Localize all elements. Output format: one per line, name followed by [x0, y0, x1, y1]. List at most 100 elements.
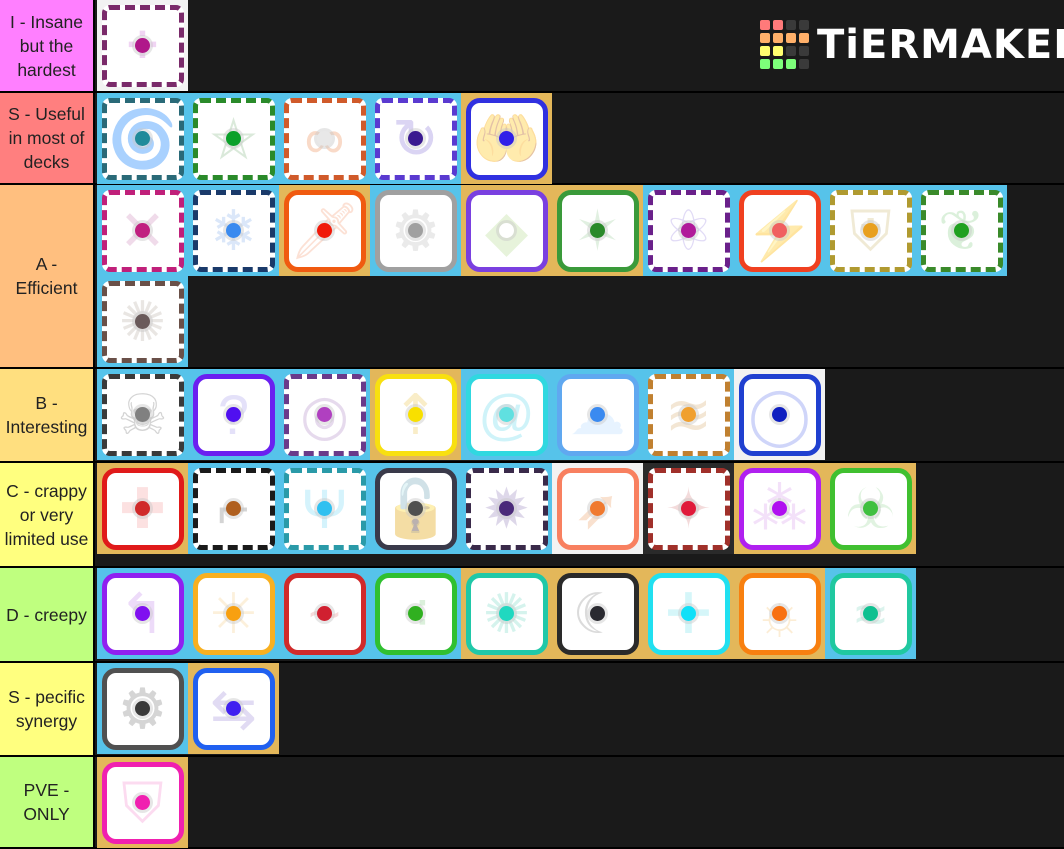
tier-item-burst-teal[interactable]: ✺ [461, 568, 552, 659]
center-dot-icon [499, 606, 514, 621]
tier-item-gears[interactable]: ⚙ [97, 663, 188, 754]
tier-item-pentagram[interactable]: ⛤ [188, 93, 279, 184]
tier-item-bubbles[interactable]: ◯ [734, 369, 825, 460]
logo-grid-cell [799, 59, 809, 69]
tier-item-dust[interactable]: ✺ [97, 276, 188, 367]
tier-item-infinity[interactable]: ∞ [279, 93, 370, 184]
logo-grid-cell [760, 33, 770, 43]
logo-grid-cell [773, 46, 783, 56]
center-dot-icon [317, 501, 332, 516]
logo-grid-cell [799, 46, 809, 56]
tier-label[interactable]: C - crappy or very limited use [0, 463, 95, 566]
tier-item-flame-red[interactable]: ~ [279, 568, 370, 659]
tier-label[interactable]: S - Useful in most of decks [0, 93, 95, 183]
center-dot-icon [135, 223, 150, 238]
tier-item-atom[interactable]: ⚛ [643, 185, 734, 276]
tier-label[interactable]: I - Insane but the hardest [0, 0, 95, 91]
item-card: ≈ [829, 572, 912, 655]
tier-item-plus-red[interactable]: ✚ [97, 463, 188, 554]
item-card: ✕ [101, 189, 184, 272]
tier-item-thorns[interactable]: ✶ [552, 185, 643, 276]
tier-label[interactable]: B - Interesting [0, 369, 95, 461]
tier-item-bow[interactable]: ➶ [552, 463, 643, 554]
tier-item-smoke[interactable]: ✹ [461, 463, 552, 554]
tier-row: S - Useful in most of decks🌀⛤∞↻🤲 [0, 93, 1064, 185]
tier-item-vortex[interactable]: 🌀 [97, 93, 188, 184]
tier-item-crackle-orange[interactable]: ✳ [188, 568, 279, 659]
center-dot-icon [226, 407, 241, 422]
item-card: 🌀 [101, 97, 184, 180]
tier-item-lock[interactable]: 🔓 [370, 463, 461, 554]
logo-grid-cell [760, 46, 770, 56]
tier-item-sparkle-purple[interactable]: ⁂ [734, 463, 825, 554]
tier-item-wave-teal[interactable]: ≈ [825, 568, 916, 659]
item-card: ⁂ [738, 467, 821, 550]
tier-item-biohazard[interactable]: ☣ [825, 463, 916, 554]
tier-item-broken-shield[interactable]: ⛉ [97, 757, 188, 848]
item-card: ✶ [556, 189, 639, 272]
item-card: ☼ [738, 572, 821, 655]
logo-grid-cell [773, 20, 783, 30]
center-dot-icon [317, 606, 332, 621]
tier-items: ✕❄🗡⚙◆✶⚛⚡⛨❦ ✺ [95, 185, 1064, 367]
tier-item-snowflake[interactable]: ❄ [188, 185, 279, 276]
tier-item-swirls[interactable]: @ [461, 369, 552, 460]
tier-item-lightning[interactable]: ⚡ [734, 185, 825, 276]
tier-label[interactable]: D - creepy [0, 568, 95, 661]
tier-item-scythe[interactable]: ☾ [552, 568, 643, 659]
tier-item-vines[interactable]: ❦ [916, 185, 1007, 276]
tier-label[interactable]: A - Efficient [0, 185, 95, 367]
tier-item-sword[interactable]: 🗡 [279, 185, 370, 276]
logo-grid-cell [760, 20, 770, 30]
tier-item-compass-star[interactable]: ✦ [643, 463, 734, 554]
logo-grid-cell [786, 59, 796, 69]
tier-item-ring-purple[interactable]: ◎ [279, 369, 370, 460]
tier-board: I - Insane but the hardest⁘S - Useful in… [0, 0, 1064, 849]
tier-item-dotted-pink[interactable]: ⁘ [97, 0, 188, 91]
tier-label[interactable]: S - pecific synergy [0, 663, 95, 755]
tier-item-turn-arrows[interactable]: ↰ [97, 568, 188, 659]
tier-items: ↰✳~⁖✺☾✛☼≈ [95, 568, 1064, 661]
tier-item-sun-orange[interactable]: ☼ [734, 568, 825, 659]
tier-items: ☠?◎⇡@☁≋◯ [95, 369, 1064, 461]
center-dot-icon [226, 606, 241, 621]
center-dot-icon [590, 606, 605, 621]
item-card: ◯ [738, 373, 821, 456]
tier-item-slime[interactable]: ⁖ [370, 568, 461, 659]
tier-item-question[interactable]: ? [188, 369, 279, 460]
item-card: ⛤ [192, 97, 275, 180]
center-dot-icon [681, 501, 696, 516]
tier-item-shield-gold[interactable]: ⛨ [825, 185, 916, 276]
item-card: ≋ [647, 373, 730, 456]
tier-item-swap-arrows[interactable]: ⇆ [188, 663, 279, 754]
tier-item-arrows-up[interactable]: ⇡ [370, 369, 461, 460]
tier-item-diamonds[interactable]: ◆ [461, 185, 552, 276]
item-card: ❄ [192, 189, 275, 272]
item-card: ⁘ [101, 4, 184, 87]
tier-item-cloud[interactable]: ☁ [552, 369, 643, 460]
item-card: @ [465, 373, 548, 456]
tiermaker-logo[interactable]: TiERMAKER [760, 20, 1064, 69]
center-dot-icon [772, 407, 787, 422]
tier-item-cycle[interactable]: ↻ [370, 93, 461, 184]
tier-item-hands[interactable]: 🤲 [461, 93, 552, 184]
item-card: ✳ [192, 572, 275, 655]
tier-item-gear[interactable]: ⚙ [370, 185, 461, 276]
tier-item-syringe[interactable]: ✕ [97, 185, 188, 276]
tier-item-skull[interactable]: ☠ [97, 369, 188, 460]
item-card: ✺ [101, 280, 184, 363]
item-card: 🤲 [465, 97, 548, 180]
tier-items: ✚⌐Ψ🔓✹➶✦⁂☣ [95, 463, 1064, 566]
tier-item-sand[interactable]: ≋ [643, 369, 734, 460]
item-card: ✺ [465, 572, 548, 655]
item-card: ↰ [101, 572, 184, 655]
tier-item-ice-trident[interactable]: Ψ [279, 463, 370, 554]
tier-label[interactable]: PVE - ONLY [0, 757, 95, 847]
tier-item-plus-cyan[interactable]: ✛ [643, 568, 734, 659]
center-dot-icon [226, 701, 241, 716]
tier-item-pistol[interactable]: ⌐ [188, 463, 279, 554]
logo-grid-cell [799, 20, 809, 30]
center-dot-icon [590, 223, 605, 238]
center-dot-icon [135, 701, 150, 716]
item-card: ⛨ [829, 189, 912, 272]
